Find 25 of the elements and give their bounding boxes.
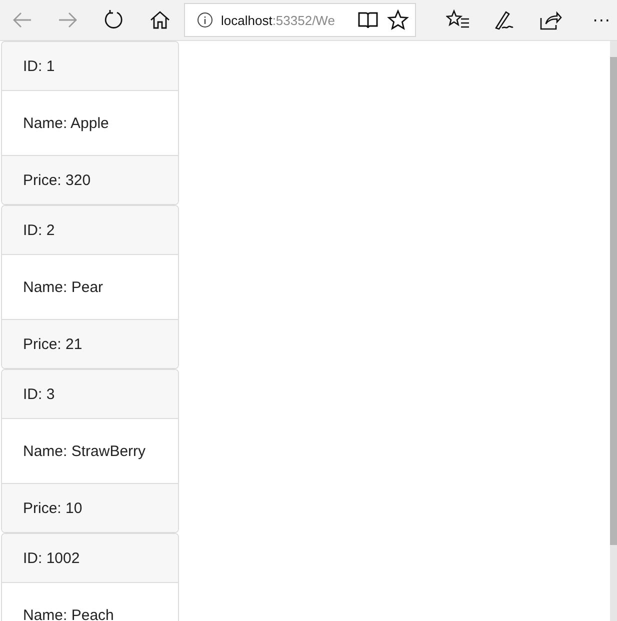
- scrollbar-thumb[interactable]: [610, 57, 617, 545]
- share-icon[interactable]: [538, 9, 562, 31]
- address-bar[interactable]: localhost:53352/We: [184, 3, 416, 37]
- info-icon: [197, 12, 213, 28]
- url-text: localhost:53352/We: [221, 12, 336, 28]
- id-text: ID: 2: [2, 206, 178, 254]
- name-text: Name: Pear: [2, 254, 178, 320]
- price-text: Price: 10: [2, 484, 178, 532]
- scrollbar[interactable]: [610, 41, 617, 621]
- name-text: Name: StrawBerry: [2, 418, 178, 484]
- pen-icon[interactable]: [492, 9, 516, 31]
- id-text: ID: 3: [2, 370, 178, 418]
- more-button[interactable]: ···: [592, 10, 611, 30]
- price-text: Price: 21: [2, 320, 178, 368]
- id-text: ID: 1002: [2, 534, 178, 582]
- home-icon: [149, 10, 171, 30]
- price-text: Price: 320: [2, 156, 178, 204]
- name-text: Name: Apple: [2, 90, 178, 156]
- name-text: Name: Peach: [2, 582, 178, 621]
- reading-view-icon[interactable]: [357, 10, 379, 30]
- forward-arrow-icon: [57, 10, 79, 30]
- star-icon[interactable]: [387, 9, 409, 31]
- id-text: ID: 1: [2, 42, 178, 90]
- refresh-icon: [103, 9, 125, 31]
- back-arrow-icon: [11, 10, 33, 30]
